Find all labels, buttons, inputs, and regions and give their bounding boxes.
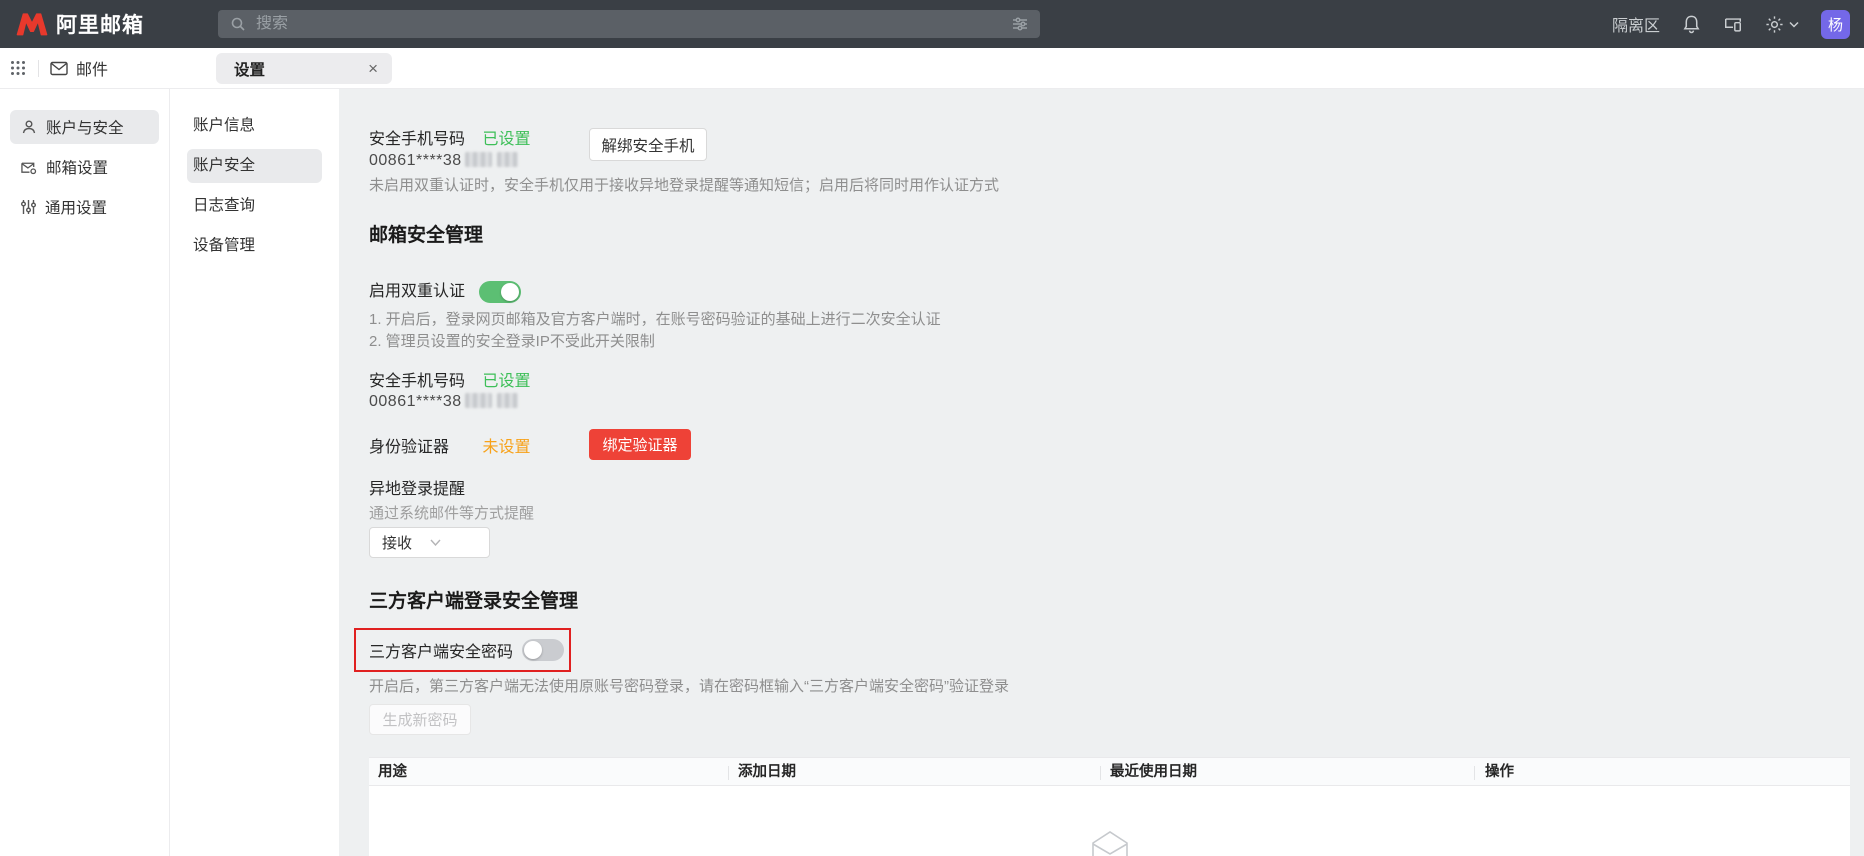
third-party-password-label: 三方客户端安全密码 xyxy=(369,638,513,662)
secure-phone-row: 安全手机号码 已设置 xyxy=(369,125,530,149)
avatar[interactable]: 杨 xyxy=(1821,10,1850,39)
sidebar-item-label: 账户与安全 xyxy=(46,116,124,138)
section-title-third-party: 三方客户端登录安全管理 xyxy=(369,586,578,613)
redacted-phone-digits xyxy=(497,152,518,167)
password-table: 用途 添加日期 最近使用日期 操作 xyxy=(369,757,1850,856)
subnav-item-device-management[interactable]: 设备管理 xyxy=(187,229,322,263)
topbar-right: 隔离区 xyxy=(1612,0,1850,48)
column-header-date-added: 添加日期 xyxy=(738,758,796,787)
subnav-item-account-security[interactable]: 账户安全 xyxy=(187,149,322,183)
sidebar-item-label: 通用设置 xyxy=(45,196,107,218)
phone-visible-part: 00861****38 xyxy=(369,152,462,169)
phone-visible-part: 00861****38 xyxy=(369,393,462,410)
tune-sliders-icon xyxy=(21,199,36,215)
column-header-last-used: 最近使用日期 xyxy=(1110,758,1197,787)
sidebar-item-mailbox-settings[interactable]: 邮箱设置 xyxy=(10,150,159,184)
multi-device-icon[interactable] xyxy=(1723,15,1743,34)
envelope-icon xyxy=(50,61,68,76)
mail-nav-button[interactable]: 邮件 xyxy=(50,48,108,88)
mail-settings-icon xyxy=(21,160,37,175)
tab-settings[interactable]: 设置 × xyxy=(216,53,392,84)
chevron-down-icon xyxy=(430,539,478,546)
divider xyxy=(1100,766,1101,780)
tab-settings-label: 设置 xyxy=(234,58,368,80)
user-icon xyxy=(21,119,37,135)
notification-bell-icon[interactable] xyxy=(1682,14,1701,34)
sidebar-item-label: 邮箱设置 xyxy=(46,156,108,178)
redacted-phone-digits xyxy=(465,393,492,408)
unbind-secure-phone-button[interactable]: 解绑安全手机 xyxy=(589,128,707,161)
remote-login-hint: 通过系统邮件等方式提醒 xyxy=(369,502,534,523)
search-icon xyxy=(230,16,246,32)
topbar: 阿里邮箱 隔离区 xyxy=(0,0,1864,48)
authenticator-row: 身份验证器 未设置 xyxy=(369,433,530,457)
section-title-mailbox-security: 邮箱安全管理 xyxy=(369,220,483,247)
brand-name: 阿里邮箱 xyxy=(56,9,144,39)
settings-menu[interactable] xyxy=(1765,15,1799,34)
two-factor-toggle[interactable] xyxy=(479,281,521,303)
tabbar: 邮件 设置 × xyxy=(0,48,1864,89)
divider xyxy=(169,89,170,856)
masked-phone-number: 00861****38 xyxy=(369,393,518,411)
remote-login-label: 异地登录提醒 xyxy=(369,475,465,499)
subnav: 账户信息 账户安全 日志查询 设备管理 xyxy=(170,89,339,856)
redacted-phone-digits xyxy=(465,152,492,167)
redacted-phone-digits xyxy=(497,393,518,408)
search-input[interactable] xyxy=(256,15,1012,33)
quarantine-link[interactable]: 隔离区 xyxy=(1612,12,1660,36)
two-factor-row: 启用双重认证 xyxy=(369,277,521,303)
mail-nav-label: 邮件 xyxy=(76,56,108,80)
subnav-item-account-info[interactable]: 账户信息 xyxy=(187,109,322,143)
sidebar-item-general-settings[interactable]: 通用设置 xyxy=(10,190,159,224)
brand: 阿里邮箱 xyxy=(16,0,144,48)
column-header-purpose: 用途 xyxy=(378,758,407,787)
sidebar: 账户与安全 邮箱设置 通用设置 xyxy=(0,89,169,856)
main-content: 安全手机号码 已设置 解绑安全手机 00861****38 未启用双重认证时，安… xyxy=(339,89,1864,856)
status-badge: 已设置 xyxy=(482,131,530,148)
table-empty-body xyxy=(369,786,1850,856)
sidebar-item-account-security[interactable]: 账户与安全 xyxy=(10,110,159,144)
secure-phone-row-2: 安全手机号码 已设置 xyxy=(369,367,530,391)
alimail-logo-icon xyxy=(16,11,48,37)
search-filter-icon[interactable] xyxy=(1012,16,1028,32)
two-factor-note-1: 1. 开启后，登录网页邮箱及官方客户端时，在账号密码验证的基础上进行二次安全认证 xyxy=(369,308,941,329)
close-icon[interactable]: × xyxy=(368,60,378,77)
third-party-password-highlight-box: 三方客户端安全密码 xyxy=(354,628,571,672)
app-launcher-grid-icon[interactable] xyxy=(10,60,26,76)
divider xyxy=(38,60,39,77)
third-party-password-toggle[interactable] xyxy=(522,639,564,661)
third-party-note: 开启后，第三方客户端无法使用原账号密码登录，请在密码框输入“三方客户端安全密码”… xyxy=(369,675,1009,696)
authenticator-label: 身份验证器 xyxy=(369,433,478,457)
secure-phone-label: 安全手机号码 xyxy=(369,367,478,391)
divider xyxy=(728,766,729,780)
divider xyxy=(1474,766,1475,780)
search-bar[interactable] xyxy=(218,10,1040,38)
remote-login-select[interactable]: 接收 xyxy=(369,527,490,558)
table-header-row: 用途 添加日期 最近使用日期 操作 xyxy=(369,757,1850,786)
generate-new-password-button[interactable]: 生成新密码 xyxy=(369,704,471,735)
gear-icon xyxy=(1765,15,1784,34)
subnav-item-log-query[interactable]: 日志查询 xyxy=(187,189,322,223)
masked-phone-number: 00861****38 xyxy=(369,152,518,170)
two-factor-note-2: 2. 管理员设置的安全登录IP不受此开关限制 xyxy=(369,330,655,351)
column-header-actions: 操作 xyxy=(1485,758,1514,787)
remote-login-select-value: 接收 xyxy=(382,532,430,553)
status-badge: 已设置 xyxy=(482,373,530,390)
two-factor-label: 启用双重认证 xyxy=(369,283,465,300)
empty-state-envelope-icon xyxy=(1087,829,1133,856)
bind-authenticator-button[interactable]: 绑定验证器 xyxy=(589,429,691,460)
app-window: 阿里邮箱 隔离区 xyxy=(0,0,1864,856)
secure-phone-label: 安全手机号码 xyxy=(369,125,478,149)
secure-phone-note: 未启用双重认证时，安全手机仅用于接收异地登录提醒等通知短信；启用后将同时用作认证… xyxy=(369,174,999,195)
status-badge: 未设置 xyxy=(482,439,530,456)
chevron-down-icon xyxy=(1789,21,1799,28)
